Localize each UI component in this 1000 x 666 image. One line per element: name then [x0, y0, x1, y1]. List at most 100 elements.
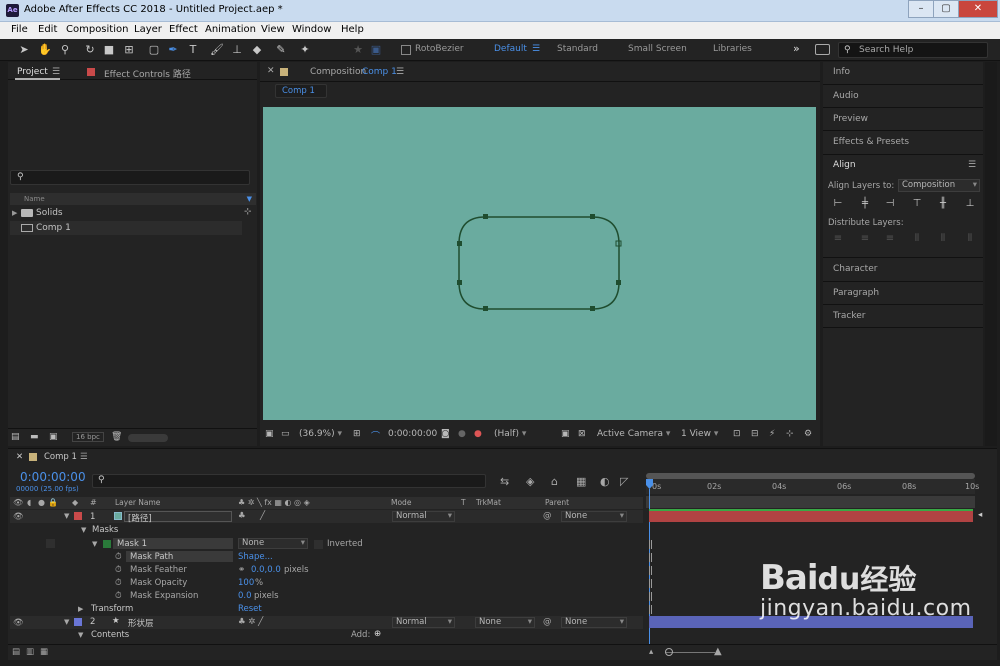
collapse-arrow-icon[interactable]: ▼: [81, 526, 86, 534]
transparency-grid-icon[interactable]: ⊠: [578, 429, 586, 439]
maximize-button[interactable]: ▢: [933, 0, 959, 18]
toggle-pixel-icon[interactable]: ⊡: [733, 429, 741, 439]
eye-icon[interactable]: 👁: [13, 618, 24, 628]
bit-depth-button[interactable]: 16 bpc: [72, 432, 104, 442]
layer-1-parent-dropdown[interactable]: None: [561, 511, 627, 522]
project-item-comp1[interactable]: Comp 1: [10, 221, 242, 235]
rotate-tool-icon[interactable]: ↻: [82, 42, 98, 58]
align-layers-to-dropdown[interactable]: Composition: [898, 179, 980, 192]
workspace-default[interactable]: Default: [494, 44, 527, 54]
project-item-solids[interactable]: ▶ Solids: [10, 206, 242, 220]
zoom-in-icon[interactable]: ▲: [714, 646, 722, 657]
collapse-arrow-icon[interactable]: ▼: [92, 540, 97, 548]
minimize-button[interactable]: –: [908, 0, 934, 18]
column-trkmat[interactable]: TrkMat: [476, 498, 501, 507]
delete-icon[interactable]: 🗑: [111, 432, 122, 442]
snapshot-icon[interactable]: ◙: [441, 429, 450, 439]
align-top-icon[interactable]: ⊤: [910, 197, 924, 211]
rectangle-tool-icon[interactable]: ▢: [146, 42, 162, 58]
transfer-controls-icon[interactable]: ▥: [26, 647, 34, 657]
layer-label-color[interactable]: [74, 512, 82, 520]
close-button[interactable]: ✕: [958, 0, 998, 18]
mask-path-value[interactable]: Shape...: [238, 552, 273, 562]
tab-project[interactable]: Project: [17, 67, 48, 77]
tab-composition-name[interactable]: Comp 1: [362, 67, 397, 77]
shy-switch-icon[interactable]: ♣ ✲ ╱: [238, 617, 263, 627]
layer-name[interactable]: 形状层: [128, 617, 154, 629]
pick-whip-icon[interactable]: @: [543, 617, 552, 627]
project-search-input[interactable]: ⚲: [10, 170, 250, 185]
project-column-header[interactable]: Name ▼: [10, 193, 256, 205]
expand-arrow-icon[interactable]: ▶: [12, 206, 17, 220]
workspace-standard[interactable]: Standard: [557, 44, 598, 54]
eye-icon[interactable]: 👁: [13, 512, 24, 522]
quality-switch-icon[interactable]: ╱: [260, 511, 265, 521]
selection-tool-icon[interactable]: ➤: [16, 42, 32, 58]
gear-icon[interactable]: ⚙: [804, 429, 812, 439]
panel-audio[interactable]: Audio: [833, 91, 859, 101]
close-tab-icon[interactable]: ✕: [16, 452, 23, 462]
inverted-checkbox[interactable]: [314, 540, 323, 549]
view-layout-dropdown[interactable]: 1 View: [681, 429, 718, 439]
show-snapshot-icon[interactable]: ●: [458, 429, 466, 439]
zoom-slider-thumb[interactable]: [665, 648, 673, 656]
time-ruler[interactable]: [646, 479, 975, 494]
comp-viewer-tab[interactable]: Comp 1: [275, 84, 327, 98]
layer-1-duration-bar[interactable]: [649, 510, 973, 522]
menu-layer[interactable]: Layer: [134, 24, 162, 35]
distribute-bottom-icon[interactable]: ≡: [883, 232, 897, 246]
more-workspaces-button[interactable]: »: [793, 42, 800, 55]
workspace-libraries[interactable]: Libraries: [713, 44, 752, 54]
brush-tool-icon[interactable]: 🖌: [209, 42, 225, 58]
align-vertical-center-icon[interactable]: ╫: [936, 197, 950, 211]
comp-mini-flowchart-icon[interactable]: ⇆: [500, 475, 509, 488]
hand-tool-icon[interactable]: ✋: [37, 42, 53, 58]
flowchart-icon[interactable]: ⊹: [786, 429, 794, 439]
panel-menu-icon[interactable]: ☰: [80, 452, 88, 462]
always-preview-icon[interactable]: ▣: [265, 429, 274, 439]
distribute-hcenter-icon[interactable]: ⦀: [936, 232, 950, 246]
layer-switches-icon[interactable]: ▤: [12, 647, 20, 657]
new-comp-icon[interactable]: ▣: [49, 432, 58, 442]
reset-exposure-icon[interactable]: ⊟: [751, 429, 759, 439]
tab-effect-controls[interactable]: Effect Controls 路径: [104, 67, 191, 80]
layer-label-color[interactable]: [74, 618, 82, 626]
right-panel-scrollbar[interactable]: [985, 62, 997, 446]
menu-animation[interactable]: Animation: [205, 24, 256, 35]
menu-composition[interactable]: Composition: [66, 24, 128, 35]
mask-visibility-icon[interactable]: ⌒: [371, 429, 380, 442]
type-tool-icon[interactable]: T: [185, 42, 201, 58]
tab-composition-prefix[interactable]: Composition: [310, 67, 366, 77]
pick-whip-icon[interactable]: @: [543, 511, 552, 521]
menu-view[interactable]: View: [261, 24, 285, 35]
clone-stamp-tool-icon[interactable]: ⊥: [229, 42, 245, 58]
camera-dropdown[interactable]: Active Camera: [597, 429, 670, 439]
puppet-pin-tool-icon[interactable]: ✦: [297, 42, 313, 58]
interpret-footage-icon[interactable]: ▤: [11, 432, 20, 442]
align-bottom-icon[interactable]: ⊥: [963, 197, 977, 211]
layer-2-trkmat-dropdown[interactable]: None: [475, 617, 535, 628]
eraser-tool-icon[interactable]: ◆: [249, 42, 265, 58]
mask-feather-value[interactable]: 0.0,0.0: [251, 565, 281, 575]
align-horizontal-center-icon[interactable]: ╪: [858, 197, 872, 211]
mask-lock-box[interactable]: [46, 539, 55, 548]
stopwatch-icon[interactable]: ⏱: [115, 565, 122, 575]
panel-effects-presets[interactable]: Effects & Presets: [833, 137, 909, 147]
pen-tool-icon[interactable]: ✒: [165, 42, 181, 58]
timeline-navigator[interactable]: [646, 496, 975, 508]
distribute-top-icon[interactable]: ≡: [831, 232, 845, 246]
panel-menu-icon[interactable]: ☰: [396, 67, 404, 77]
panel-preview[interactable]: Preview: [833, 114, 868, 124]
pan-behind-tool-icon[interactable]: ⊞: [121, 42, 137, 58]
distribute-left-icon[interactable]: ⦀: [910, 232, 924, 246]
region-of-interest-icon[interactable]: ▣: [561, 429, 570, 439]
mask-1-name[interactable]: Mask 1: [117, 539, 147, 549]
expand-arrow-icon[interactable]: ▶: [78, 605, 83, 613]
layer-2-mode-dropdown[interactable]: Normal: [392, 617, 455, 628]
in-out-icon[interactable]: ▦: [40, 647, 48, 657]
mask-opacity-value[interactable]: 100: [238, 578, 254, 588]
panel-align[interactable]: Align: [833, 160, 856, 170]
timeline-search-input[interactable]: ⚲: [92, 474, 486, 488]
menu-effect[interactable]: Effect: [169, 24, 198, 35]
layer-name[interactable]: [路径]: [128, 512, 152, 524]
